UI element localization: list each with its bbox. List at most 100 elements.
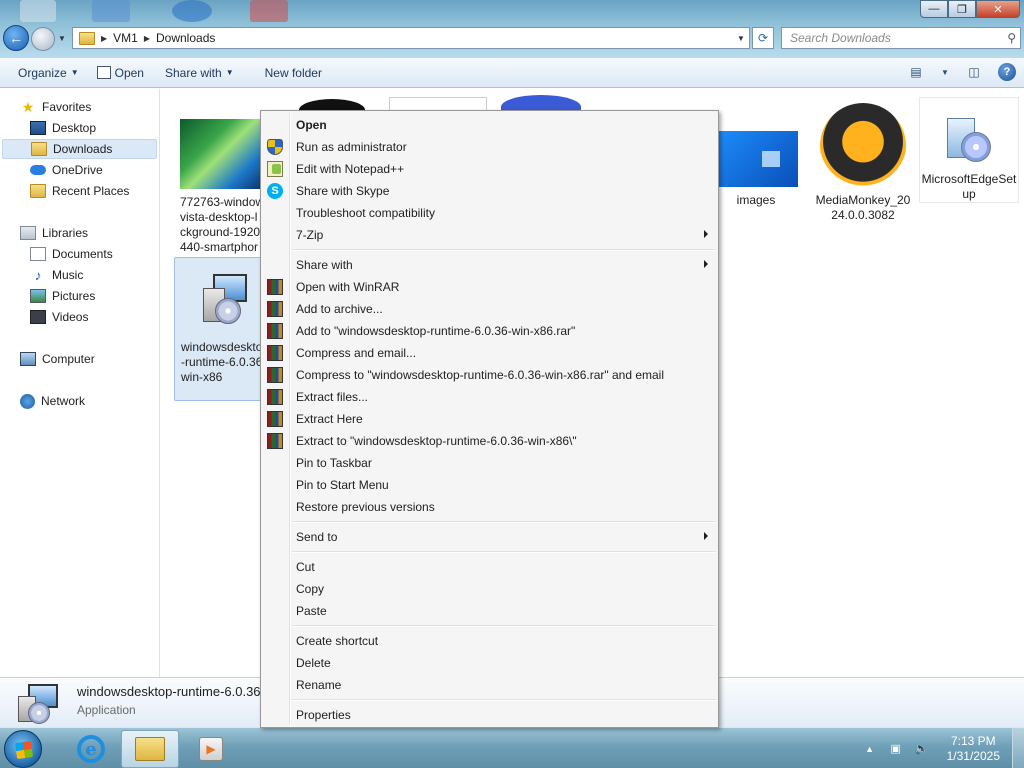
help-icon[interactable]: ?: [998, 63, 1016, 81]
taskbar-windows-explorer[interactable]: [121, 730, 179, 768]
sidebar-item-desktop[interactable]: Desktop: [30, 118, 96, 138]
sidebar-item-libraries[interactable]: Libraries: [20, 223, 88, 243]
menu-item-label: 7-Zip: [296, 228, 324, 242]
sidebar-item-recent-places[interactable]: Recent Places: [30, 181, 129, 201]
recent-pages-dropdown[interactable]: ▼: [58, 34, 66, 43]
taskbar-media-player[interactable]: ▶: [182, 730, 240, 768]
winrar-icon: [267, 345, 283, 361]
file-item[interactable]: images: [708, 131, 804, 208]
preview-pane-button[interactable]: ◫: [964, 62, 984, 82]
menu-item-label: Delete: [296, 656, 331, 670]
menu-item-properties[interactable]: Properties: [263, 704, 716, 726]
menu-item-compress-to-rar-email[interactable]: Compress to "windowsdesktop-runtime-6.0.…: [263, 364, 716, 386]
show-hidden-icons-button[interactable]: ▲: [861, 740, 879, 758]
menu-item-extract-to[interactable]: Extract to "windowsdesktop-runtime-6.0.3…: [263, 430, 716, 452]
menu-item-restore-previous-versions[interactable]: Restore previous versions: [263, 496, 716, 518]
menu-item-edit-notepadpp[interactable]: Edit with Notepad++: [263, 158, 716, 180]
sidebar-item-documents[interactable]: Documents: [30, 244, 113, 264]
menu-item-7zip[interactable]: 7-Zip: [263, 224, 716, 246]
image-thumbnail: [708, 131, 798, 187]
forward-button[interactable]: [31, 27, 55, 51]
network-status-icon[interactable]: ▣: [887, 740, 905, 758]
menu-item-open[interactable]: Open: [263, 114, 716, 136]
new-folder-button[interactable]: New folder: [243, 58, 331, 88]
menu-item-label: Send to: [296, 530, 338, 544]
open-button[interactable]: Open: [88, 58, 153, 88]
menu-item-cut[interactable]: Cut: [263, 556, 716, 578]
address-dropdown-icon[interactable]: ▼: [733, 34, 749, 43]
menu-item-label: Troubleshoot compatibility: [296, 206, 435, 220]
menu-item-pin-to-taskbar[interactable]: Pin to Taskbar: [263, 452, 716, 474]
close-button[interactable]: ✕: [976, 0, 1020, 18]
menu-item-extract-files[interactable]: Extract files...: [263, 386, 716, 408]
sidebar-item-onedrive[interactable]: OneDrive: [30, 160, 103, 180]
menu-item-label: Create shortcut: [296, 634, 379, 648]
sidebar-item-downloads[interactable]: Downloads: [2, 139, 157, 159]
breadcrumb-vm1[interactable]: VM1: [113, 31, 138, 45]
start-button[interactable]: [4, 730, 42, 768]
file-item-selected[interactable]: windowsdeskto -runtime-6.0.36 win-x86: [174, 257, 262, 401]
menu-item-share-with[interactable]: Share with: [263, 254, 716, 276]
menu-item-label: Compress to "windowsdesktop-runtime-6.0.…: [296, 368, 665, 382]
menu-item-add-to-archive[interactable]: Add to archive...: [263, 298, 716, 320]
menu-item-paste[interactable]: Paste: [263, 600, 716, 622]
breadcrumb-separator-icon[interactable]: ▶: [101, 34, 107, 43]
share-with-button[interactable]: Share with ▼: [153, 58, 243, 88]
search-input[interactable]: Search Downloads ⚲: [781, 27, 1021, 49]
sidebar-item-computer[interactable]: Computer: [20, 349, 95, 369]
menu-item-add-to-rar[interactable]: Add to "windowsdesktop-runtime-6.0.36-wi…: [263, 320, 716, 342]
organize-label: Organize: [18, 65, 67, 80]
show-desktop-button[interactable]: [1012, 728, 1024, 768]
menu-item-label: Extract Here: [296, 412, 363, 426]
menu-item-delete[interactable]: Delete: [263, 652, 716, 674]
uac-shield-icon: [267, 139, 283, 155]
minimize-button[interactable]: —: [920, 0, 948, 18]
menu-item-extract-here[interactable]: Extract Here: [263, 408, 716, 430]
search-icon[interactable]: ⚲: [1007, 31, 1016, 45]
file-item[interactable]: MediaMonkey_20 24.0.0.3082: [811, 103, 915, 223]
new-folder-label: New folder: [264, 65, 322, 80]
sidebar-item-network[interactable]: Network: [20, 391, 85, 411]
menu-item-create-shortcut[interactable]: Create shortcut: [263, 630, 716, 652]
sidebar-item-favorites[interactable]: ★ Favorites: [20, 97, 92, 117]
menu-item-label: Restore previous versions: [296, 500, 435, 514]
file-name: images: [736, 193, 776, 207]
menu-separator: [292, 521, 716, 523]
menu-item-compress-and-email[interactable]: Compress and email...: [263, 342, 716, 364]
folder-icon: [79, 31, 95, 45]
sidebar-item-videos[interactable]: Videos: [30, 307, 88, 327]
image-thumbnail: [180, 119, 264, 189]
sidebar-item-music[interactable]: ♪ Music: [30, 265, 84, 285]
menu-item-share-skype[interactable]: S Share with Skype: [263, 180, 716, 202]
submenu-arrow-icon: [704, 230, 708, 238]
taskbar-internet-explorer[interactable]: e: [62, 730, 120, 768]
menu-item-pin-to-start-menu[interactable]: Pin to Start Menu: [263, 474, 716, 496]
system-tray: ▲ ▣ 🔈 7:13 PM 1/31/2025: [861, 728, 1024, 768]
menu-item-copy[interactable]: Copy: [263, 578, 716, 600]
back-button[interactable]: ←: [3, 25, 29, 51]
breadcrumb-downloads[interactable]: Downloads: [156, 31, 215, 45]
menu-item-run-as-administrator[interactable]: Run as administrator: [263, 136, 716, 158]
sidebar-item-label: Desktop: [52, 121, 97, 135]
sidebar-item-pictures[interactable]: Pictures: [30, 286, 95, 306]
menu-item-troubleshoot-compatibility[interactable]: Troubleshoot compatibility: [263, 202, 716, 224]
menu-item-rename[interactable]: Rename: [263, 674, 716, 696]
file-item[interactable]: MicrosoftEdgeSet up: [919, 97, 1019, 203]
refresh-button[interactable]: ⟳: [752, 27, 774, 49]
details-file-type: Application: [77, 703, 136, 717]
search-placeholder: Search Downloads: [790, 31, 891, 45]
breadcrumb-separator-icon[interactable]: ▶: [144, 34, 150, 43]
menu-item-label: Paste: [296, 604, 327, 618]
clock[interactable]: 7:13 PM 1/31/2025: [947, 734, 1000, 764]
view-options-dropdown[interactable]: ▼: [940, 62, 950, 82]
organize-button[interactable]: Organize ▼: [0, 58, 88, 88]
menu-item-send-to[interactable]: Send to: [263, 526, 716, 548]
change-view-button[interactable]: ▤: [906, 62, 926, 82]
installer-icon: [18, 682, 60, 724]
cloud-icon: [30, 165, 46, 175]
address-bar[interactable]: ▶ VM1 ▶ Downloads ▼: [72, 27, 750, 49]
sidebar-item-label: Libraries: [42, 226, 89, 240]
menu-item-open-winrar[interactable]: Open with WinRAR: [263, 276, 716, 298]
volume-muted-icon[interactable]: 🔈: [913, 740, 931, 758]
maximize-button[interactable]: ❐: [948, 0, 976, 18]
